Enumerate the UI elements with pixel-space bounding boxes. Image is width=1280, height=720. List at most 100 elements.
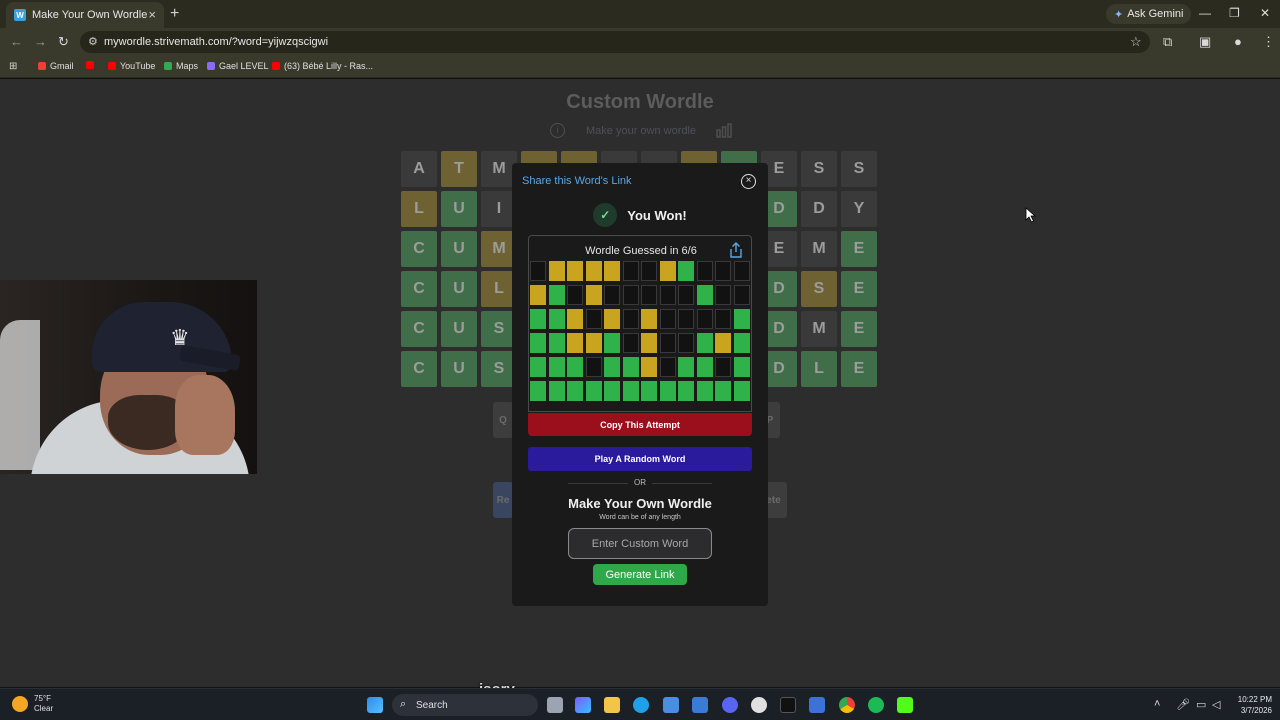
bookmark-star-icon[interactable]: ☆: [1130, 34, 1142, 50]
bookmark-youtube[interactable]: YouTube: [108, 61, 155, 71]
tray-chevron-icon[interactable]: ˄: [1154, 698, 1160, 710]
info-icon[interactable]: i: [550, 123, 565, 138]
forward-icon[interactable]: →: [34, 34, 47, 49]
spotify-icon[interactable]: [868, 697, 884, 713]
result-cell: [715, 285, 731, 305]
result-cell: [659, 381, 676, 401]
custom-word-input[interactable]: [568, 528, 712, 559]
close-modal-icon[interactable]: ×: [741, 174, 756, 189]
window-close-icon[interactable]: ✕: [1260, 6, 1270, 20]
bookmark-bebe-lilly[interactable]: (63) Bébé Lilly - Ras...: [272, 61, 373, 71]
taskbar-search[interactable]: ⌕ Search: [392, 694, 538, 716]
menu-kebab-icon[interactable]: ⋮: [1262, 34, 1275, 50]
profile-avatar-icon[interactable]: ●: [1234, 34, 1242, 49]
app-icon[interactable]: [751, 697, 767, 713]
copy-attempt-button[interactable]: Copy This Attempt: [528, 413, 752, 436]
result-cell: [641, 261, 657, 281]
board-tile: E: [841, 351, 877, 387]
ask-gemini-button[interactable]: ✦ Ask Gemini: [1106, 4, 1192, 24]
result-cell: [585, 261, 602, 281]
result-cell: [733, 285, 750, 305]
streamer-hand: [175, 375, 235, 455]
result-cell: [604, 333, 620, 353]
win-banner: ✓ You Won!: [512, 203, 768, 227]
restore-icon[interactable]: ❐: [1229, 6, 1240, 20]
result-cell: [567, 285, 583, 305]
url-text: mywordle.strivemath.com/?word=yijwzqscig…: [104, 36, 329, 48]
result-cell: [548, 357, 565, 377]
result-cell: [696, 357, 713, 377]
result-cell: [604, 357, 620, 377]
task-view-icon[interactable]: [547, 697, 563, 713]
browser-toolbar: ← → ↻ ⚙ mywordle.strivemath.com/?word=yi…: [0, 28, 1280, 56]
taskbar-clock[interactable]: 10:22 PM 3/7/2026: [1226, 694, 1272, 716]
bookmark-maps[interactable]: Maps: [164, 61, 198, 71]
result-cell: [530, 285, 546, 305]
bookmark-gael-level[interactable]: Gael LEVEL: [207, 61, 269, 71]
network-icon[interactable]: ▭: [1196, 698, 1206, 711]
result-cell: [567, 381, 583, 401]
crown-logo-icon: ♛: [170, 325, 190, 350]
tab-close-icon[interactable]: ×: [148, 7, 156, 22]
result-cell: [585, 357, 602, 377]
kick-icon[interactable]: [897, 697, 913, 713]
result-cell: [733, 309, 750, 329]
key-reset[interactable]: Re: [493, 482, 513, 518]
maps-pin-icon: [164, 62, 172, 70]
board-tile: C: [401, 311, 437, 347]
minimize-icon[interactable]: —: [1199, 6, 1211, 20]
file-explorer-icon[interactable]: [604, 697, 620, 713]
extensions-icon[interactable]: ⧉: [1163, 34, 1172, 50]
address-bar[interactable]: ⚙ mywordle.strivemath.com/?word=yijwzqsc…: [80, 31, 1150, 53]
gmail-icon: [38, 62, 46, 70]
app2-icon[interactable]: [809, 697, 825, 713]
copilot-icon[interactable]: [575, 697, 591, 713]
random-word-button[interactable]: Play A Random Word: [528, 447, 752, 471]
make-your-own-link[interactable]: Make your own wordle: [586, 125, 696, 137]
result-cell: [678, 261, 694, 281]
volume-icon[interactable]: ◁: [1212, 698, 1220, 711]
stats-bars-icon[interactable]: [716, 123, 732, 141]
outlook-icon[interactable]: [692, 697, 708, 713]
board-tile: D: [801, 191, 837, 227]
check-icon: ✓: [593, 203, 618, 227]
tiktok-icon[interactable]: [780, 697, 796, 713]
result-cell: [548, 285, 565, 305]
result-cell: [659, 309, 676, 329]
store-icon[interactable]: [663, 697, 679, 713]
gaming-chair: [0, 320, 40, 470]
board-tile: E: [841, 271, 877, 307]
result-cell: [715, 261, 731, 281]
new-tab-icon[interactable]: +: [170, 5, 179, 23]
result-cell: [715, 333, 731, 353]
chrome-icon[interactable]: [839, 697, 855, 713]
site-settings-icon[interactable]: ⚙: [88, 35, 98, 48]
you-won-label: You Won!: [627, 207, 687, 223]
apps-grid-icon[interactable]: ⊞: [9, 61, 17, 72]
microphone-icon[interactable]: 🎤︎: [1176, 698, 1190, 711]
generate-link-button[interactable]: Generate Link: [593, 564, 687, 585]
key-q[interactable]: Q: [493, 402, 513, 438]
result-cell: [659, 285, 676, 305]
result-cell: [604, 309, 620, 329]
edge-icon[interactable]: [633, 697, 649, 713]
bookmark-youtube-short[interactable]: [86, 61, 98, 69]
result-cell: [567, 309, 583, 329]
result-cell: [567, 357, 583, 377]
board-tile: M: [801, 311, 837, 347]
share-icon[interactable]: [729, 242, 743, 261]
result-cell: [622, 381, 639, 401]
side-panel-icon[interactable]: ▣: [1199, 34, 1211, 50]
gemini-sparkle-icon: ✦: [1114, 8, 1124, 21]
back-icon[interactable]: ←: [10, 34, 23, 49]
result-cell: [548, 381, 565, 401]
reload-icon[interactable]: ↻: [58, 34, 69, 50]
result-cell: [641, 381, 657, 401]
discord-icon[interactable]: [722, 697, 738, 713]
windows-start-icon[interactable]: [367, 697, 383, 713]
result-cell: [622, 333, 639, 353]
browser-tab[interactable]: W Make Your Own Wordle ×: [6, 2, 164, 28]
youtube-icon: [86, 61, 94, 69]
board-tile: A: [401, 151, 437, 187]
bookmark-gmail[interactable]: Gmail: [38, 61, 74, 71]
